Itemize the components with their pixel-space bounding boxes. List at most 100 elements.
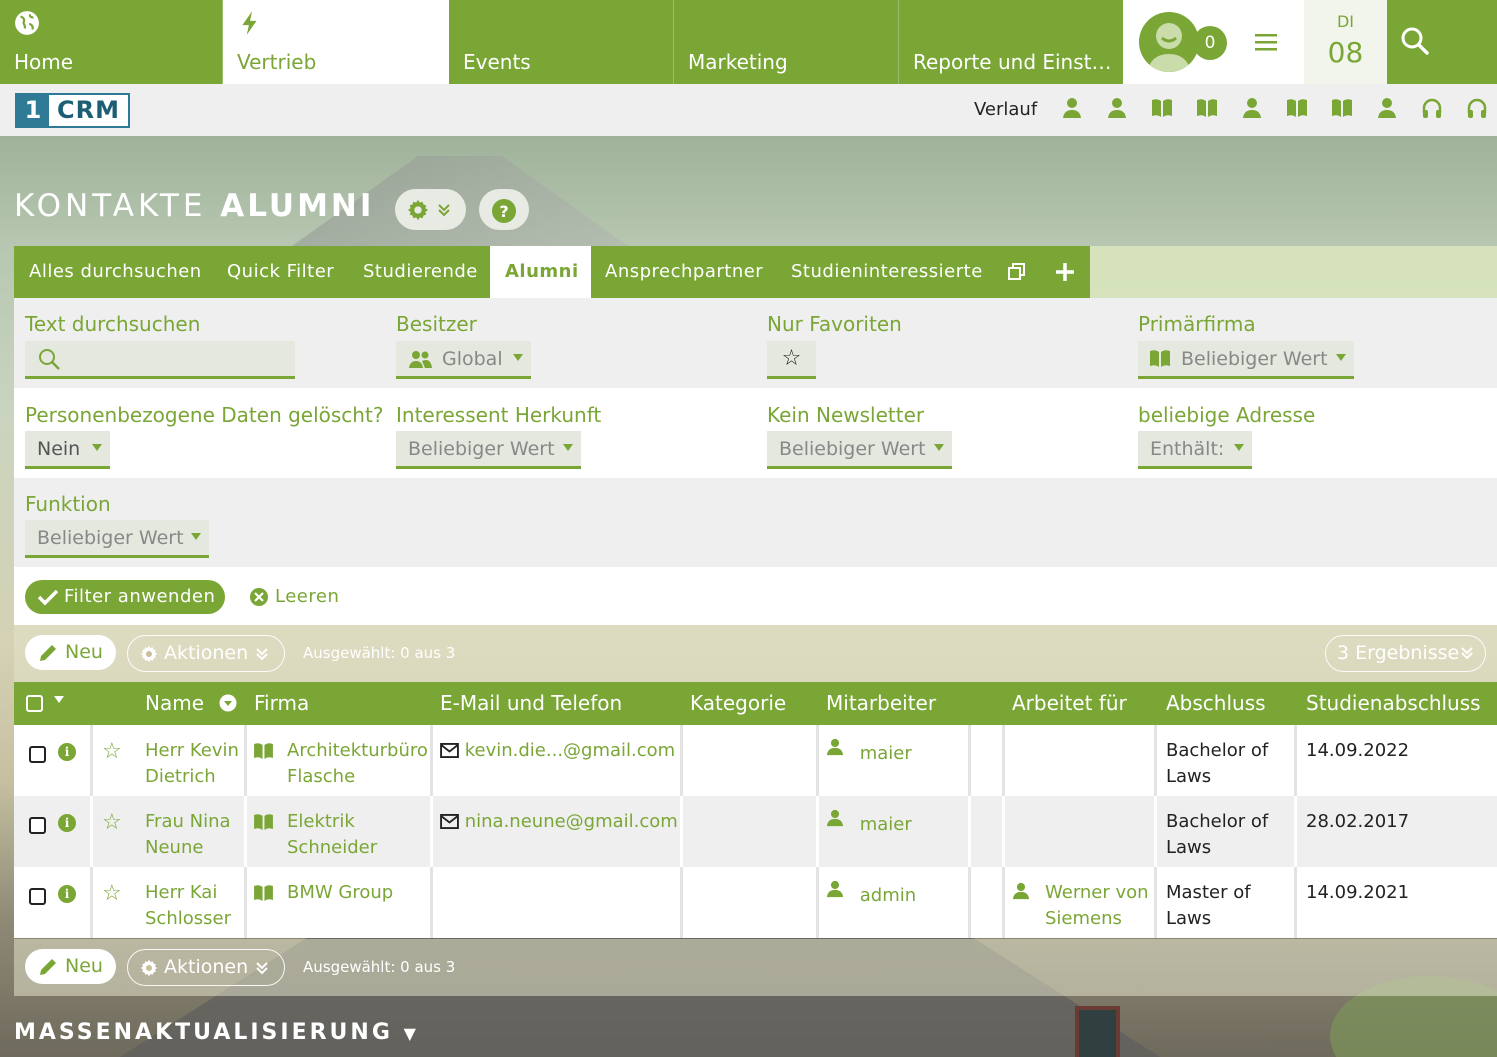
info-icon[interactable]: i: [58, 814, 76, 832]
favorite-star-icon[interactable]: ☆: [102, 810, 122, 835]
hamburger-menu-icon[interactable]: [1255, 30, 1277, 54]
new-record-button-bottom[interactable]: Neu: [25, 949, 116, 984]
new-label: Neu: [65, 955, 103, 977]
cell-text: Bachelor of: [1166, 811, 1269, 832]
column-header-email-phone[interactable]: E-Mail und Telefon: [440, 691, 622, 715]
checkmark-icon: [37, 589, 59, 606]
headset-icon[interactable]: [1466, 97, 1488, 119]
any-address-select[interactable]: Enthält:: [1138, 431, 1252, 469]
degree-cell: Bachelor of Laws: [1166, 725, 1268, 796]
app-logo[interactable]: 1 CRM: [15, 93, 130, 128]
email-link[interactable]: kevin.die...@gmail.com: [465, 740, 675, 761]
column-header-graduation[interactable]: Studienabschluss: [1306, 691, 1481, 715]
nav-tab-marketing[interactable]: Marketing: [674, 0, 899, 84]
row-checkbox[interactable]: [29, 888, 46, 905]
actions-menu-button-bottom[interactable]: Aktionen: [127, 949, 285, 986]
select-all-checkbox[interactable]: [26, 695, 43, 712]
personal-data-deleted-select[interactable]: Nein: [25, 431, 110, 469]
tab-ansprechpartner[interactable]: Ansprechpartner: [605, 246, 763, 298]
owner-value: Global: [442, 348, 503, 370]
settings-menu-button[interactable]: [395, 189, 466, 230]
book-icon[interactable]: [1196, 97, 1218, 119]
mass-update-toggle[interactable]: MASSENAKTUALISIERUNG ▼: [14, 1020, 419, 1045]
book-icon[interactable]: [1331, 97, 1353, 119]
pencil-icon: [40, 959, 56, 975]
favorites-toggle[interactable]: ☆: [767, 341, 816, 379]
book-icon[interactable]: [1151, 97, 1173, 119]
cell-text: Herr Kevin: [145, 740, 239, 761]
tab-quick-filter[interactable]: Quick Filter: [227, 246, 334, 298]
person-icon[interactable]: [1241, 97, 1263, 119]
actions-menu-button[interactable]: Aktionen: [127, 635, 285, 672]
date-number: 08: [1327, 36, 1364, 69]
nav-tab-home[interactable]: Home: [0, 0, 223, 84]
cell-text: Elektrik: [287, 811, 355, 832]
help-button[interactable]: ?: [479, 189, 529, 230]
email-link[interactable]: nina.neune@gmail.com: [465, 811, 678, 832]
company-link[interactable]: Architekturbüro Flasche: [287, 738, 434, 790]
add-tab-icon[interactable]: [1055, 262, 1075, 282]
select-menu-caret-icon[interactable]: [54, 696, 64, 703]
cell-text: Laws: [1166, 766, 1212, 787]
tab-studieninteressierte[interactable]: Studieninteressierte: [791, 246, 983, 298]
nav-tab-reports[interactable]: Reporte und Einst…: [899, 0, 1123, 84]
company-link[interactable]: Elektrik Schneider: [287, 809, 434, 861]
company-link[interactable]: BMW Group: [287, 880, 434, 906]
no-newsletter-value: Beliebiger Wert: [779, 438, 926, 460]
row-checkbox[interactable]: [29, 817, 46, 834]
person-icon: [826, 738, 844, 764]
globe-icon: [15, 11, 39, 35]
employee-link[interactable]: maier: [860, 814, 912, 835]
cell-text: Flasche: [287, 766, 356, 787]
contact-name-link[interactable]: Frau Nina Neune: [145, 796, 231, 867]
filter-row-2: [14, 388, 1497, 478]
column-header-category[interactable]: Kategorie: [690, 691, 786, 715]
email-cell: nina.neune@gmail.com: [440, 796, 678, 867]
nav-tab-vertrieb[interactable]: Vertrieb: [223, 0, 449, 84]
employee-link[interactable]: admin: [860, 885, 916, 906]
column-header-employee[interactable]: Mitarbeiter: [826, 691, 936, 715]
favorite-star-icon[interactable]: ☆: [102, 739, 122, 764]
tab-alumni[interactable]: Alumni: [490, 246, 591, 298]
function-select[interactable]: Beliebiger Wert: [25, 520, 209, 558]
notification-count-badge[interactable]: 0: [1193, 26, 1227, 60]
contact-name-link[interactable]: Herr Kai Schlosser: [145, 867, 231, 938]
tab-alles-durchsuchen[interactable]: Alles durchsuchen: [29, 246, 202, 298]
cell-text: Laws: [1166, 837, 1212, 858]
clear-filter-button[interactable]: Leeren: [249, 585, 339, 609]
duplicate-tab-icon[interactable]: [1007, 262, 1027, 282]
contact-name-link[interactable]: Herr Kevin Dietrich: [145, 725, 239, 796]
info-icon[interactable]: i: [58, 743, 76, 761]
no-newsletter-select[interactable]: Beliebiger Wert: [767, 431, 952, 469]
person-icon[interactable]: [1376, 97, 1398, 119]
graduation-date: 28.02.2017: [1306, 811, 1410, 832]
calendar-date[interactable]: DI 08: [1304, 0, 1387, 84]
favorite-star-icon[interactable]: ☆: [102, 881, 122, 906]
column-header-name[interactable]: Name: [145, 691, 237, 715]
headset-icon[interactable]: [1421, 97, 1443, 119]
book-icon[interactable]: [1286, 97, 1308, 119]
results-count-button[interactable]: 3 Ergebnisse: [1325, 635, 1486, 672]
text-search-input[interactable]: [25, 341, 295, 379]
column-header-company[interactable]: Firma: [254, 691, 309, 715]
row-checkbox[interactable]: [29, 746, 46, 763]
new-record-button[interactable]: Neu: [25, 635, 116, 670]
owner-select[interactable]: Global: [396, 341, 531, 379]
lead-source-select[interactable]: Beliebiger Wert: [396, 431, 581, 469]
nav-tab-events[interactable]: Events: [449, 0, 674, 84]
tab-studierende[interactable]: Studierende: [363, 246, 478, 298]
cell-text: Bachelor of: [1166, 740, 1269, 761]
graduation-date: 14.09.2022: [1306, 740, 1410, 761]
avatar[interactable]: [1139, 12, 1199, 72]
employee-link[interactable]: maier: [860, 743, 912, 764]
global-search-button[interactable]: [1387, 0, 1497, 84]
primary-company-select[interactable]: Beliebiger Wert: [1138, 341, 1354, 379]
works-for-link[interactable]: Werner von Siemens: [1045, 880, 1149, 932]
column-header-degree[interactable]: Abschluss: [1166, 691, 1266, 715]
person-icon[interactable]: [1106, 97, 1128, 119]
info-icon[interactable]: i: [58, 885, 76, 903]
search-icon: [1401, 27, 1429, 55]
column-header-works-for[interactable]: Arbeitet für: [1012, 691, 1127, 715]
apply-filter-button[interactable]: Filter anwenden: [25, 580, 225, 614]
person-icon[interactable]: [1061, 97, 1083, 119]
